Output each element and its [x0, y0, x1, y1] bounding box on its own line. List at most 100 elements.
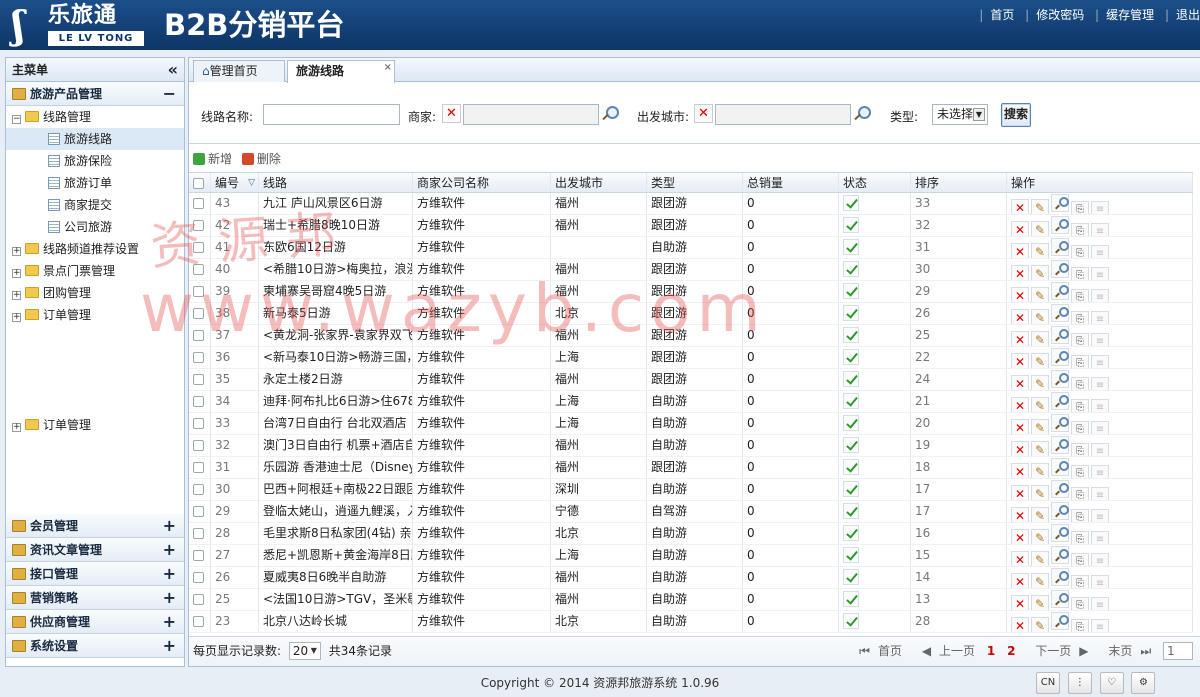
export-icon[interactable]: ⎘	[1071, 267, 1089, 280]
row-checkbox[interactable]	[189, 369, 211, 390]
check-icon[interactable]	[843, 261, 859, 277]
row-checkbox[interactable]	[189, 215, 211, 236]
col-merchant[interactable]: 商家公司名称	[413, 173, 551, 192]
view-icon[interactable]	[1051, 502, 1069, 520]
page-1-link[interactable]: 1	[987, 644, 995, 658]
prev-page-button[interactable]: ◀ 上一页	[914, 644, 975, 658]
search-merchant-icon[interactable]	[601, 106, 617, 122]
accordion-toggle[interactable]: +	[163, 514, 176, 538]
edit-icon[interactable]: ✎	[1031, 617, 1049, 632]
table-row[interactable]: 40<希腊10日游>梅޿奥拉，浪漫方维软件福州跟团游030✕✎⎘≡	[189, 259, 1193, 281]
table-row[interactable]: 39 柬埔寨吴哥窟4晚5日游 方维软件 福州 跟团游 0 29 ✕ ✎ ⎘ ≡	[189, 281, 1193, 303]
detail-icon[interactable]: ≡	[1091, 575, 1109, 588]
accordion-toggle[interactable]: −	[163, 82, 176, 106]
detail-icon[interactable]: ≡	[1091, 267, 1109, 280]
merchant-input[interactable]	[463, 104, 599, 125]
accordion-toggle[interactable]: +	[163, 562, 176, 586]
search-city-icon[interactable]	[853, 106, 869, 122]
accordion-toggle[interactable]: +	[163, 610, 176, 634]
tree-expand-icon[interactable]: +	[12, 423, 21, 432]
export-icon[interactable]: ⎘	[1071, 531, 1089, 544]
cell-status[interactable]	[839, 413, 911, 434]
table-row[interactable]: 30巴西+阿根廷+南极22日跟团游(方维软件深圳自助游017✕✎⎘≡	[189, 479, 1193, 501]
edit-icon[interactable]: ✎	[1031, 265, 1049, 280]
edit-icon[interactable]: ✎	[1031, 375, 1049, 390]
check-icon[interactable]	[843, 503, 859, 519]
export-icon[interactable]: ⎘	[1071, 597, 1089, 610]
edit-icon[interactable]: ✎	[1031, 573, 1049, 588]
accordion-marketing[interactable]: 营销策略 +	[6, 586, 184, 610]
clear-merchant-icon[interactable]: ✕	[442, 104, 461, 123]
close-tab-icon[interactable]: ×	[384, 58, 392, 78]
cache-manage-link[interactable]: 缓存管理	[1106, 8, 1154, 22]
table-row[interactable]: 32 澳门3日自由行 机票+酒店自助 方维软件 福州 自助游 0 19 ✕ ✎ ⎘ ≡	[189, 435, 1193, 457]
tree-expand-icon[interactable]: +	[12, 291, 21, 300]
edit-icon[interactable]: ✎	[1031, 551, 1049, 566]
cell-status[interactable]	[839, 215, 911, 236]
cell-status[interactable]	[839, 457, 911, 478]
delete-row-icon[interactable]: ✕	[1011, 287, 1029, 302]
table-row[interactable]: 38 新马泰5日游 方维软件 北京 跟团游 0 26 ✕ ✎ ⎘ ≡	[189, 303, 1193, 325]
route-name-input[interactable]	[263, 104, 400, 125]
cell-status[interactable]	[839, 523, 911, 544]
col-status[interactable]: 状态	[839, 173, 911, 192]
tree-node-merchant-submit[interactable]: 商家提交	[6, 194, 184, 216]
edit-icon[interactable]: ✎	[1031, 243, 1049, 258]
export-icon[interactable]: ⎘	[1071, 355, 1089, 368]
tree-node-route-manage[interactable]: − 线路管理	[6, 106, 184, 128]
detail-icon[interactable]: ≡	[1091, 399, 1109, 412]
view-icon[interactable]	[1051, 480, 1069, 498]
page-2-link[interactable]: 2	[1007, 644, 1015, 658]
view-icon[interactable]	[1051, 216, 1069, 234]
cell-status[interactable]	[839, 281, 911, 302]
departure-city-input[interactable]	[715, 104, 851, 125]
cell-status[interactable]	[839, 611, 911, 632]
export-icon[interactable]: ⎘	[1071, 333, 1089, 346]
view-icon[interactable]	[1051, 348, 1069, 366]
detail-icon[interactable]: ≡	[1091, 421, 1109, 434]
delete-row-icon[interactable]: ✕	[1011, 397, 1029, 412]
row-checkbox[interactable]	[189, 281, 211, 302]
check-icon[interactable]	[843, 547, 859, 563]
export-icon[interactable]: ⎘	[1071, 223, 1089, 236]
table-row[interactable]: 25<法国10日游>TGV，圣米歇尔山方维软件福州自助游0 13 ✕✎ ⎘≡	[189, 589, 1193, 611]
col-type[interactable]: 类型	[647, 173, 743, 192]
detail-icon[interactable]: ≡	[1091, 201, 1109, 214]
delete-row-icon[interactable]: ✕	[1011, 441, 1029, 456]
row-checkbox[interactable]	[189, 413, 211, 434]
cell-status[interactable]	[839, 501, 911, 522]
cell-status[interactable]	[839, 391, 911, 412]
row-checkbox[interactable]	[189, 303, 211, 324]
accordion-suppliers[interactable]: 供应商管理 +	[6, 610, 184, 634]
col-city[interactable]: 出发城市	[551, 173, 647, 192]
cell-status[interactable]	[839, 303, 911, 324]
delete-button[interactable]: 删除	[242, 148, 281, 170]
view-icon[interactable]	[1051, 194, 1069, 212]
row-checkbox[interactable]	[189, 589, 211, 610]
detail-icon[interactable]: ≡	[1091, 465, 1109, 478]
view-icon[interactable]	[1051, 436, 1069, 454]
delete-row-icon[interactable]: ✕	[1011, 573, 1029, 588]
delete-row-icon[interactable]: ✕	[1011, 243, 1029, 258]
tree-expand-icon[interactable]: +	[12, 269, 21, 278]
next-page-button[interactable]: 下一页 ▶	[1027, 644, 1088, 658]
cell-status[interactable]	[839, 325, 911, 346]
view-icon[interactable]	[1051, 238, 1069, 256]
tree-expand-icon[interactable]: +	[12, 313, 21, 322]
export-icon[interactable]: ⎘	[1071, 553, 1089, 566]
check-icon[interactable]	[843, 239, 859, 255]
table-row[interactable]: 43 九江 庐山风景区6日游 方维软件 福州 跟团游 0 33 ✕ ✎ ⎘ ≡	[189, 193, 1193, 215]
accordion-toggle[interactable]: +	[163, 586, 176, 610]
last-page-button[interactable]: 末页 ⏭	[1100, 644, 1151, 658]
cell-status[interactable]	[839, 259, 911, 280]
tree-node-travel-insurance[interactable]: 旅游保险	[6, 150, 184, 172]
table-row[interactable]: 23 北京八达岭长城 方维软件 北京 自助游 0 28 ✕ ✎ ⎘ ≡	[189, 611, 1193, 633]
page-number-input[interactable]: 1	[1163, 642, 1193, 660]
check-icon[interactable]	[843, 283, 859, 299]
row-checkbox[interactable]	[189, 325, 211, 346]
check-icon[interactable]	[843, 217, 859, 233]
cell-status[interactable]	[839, 435, 911, 456]
row-checkbox[interactable]	[189, 193, 211, 214]
table-row[interactable]: 28毛里求斯8日私家团(4钻) 亲子游方维软件北京自助游0 16 ✕✎ ⎘≡	[189, 523, 1193, 545]
edit-icon[interactable]: ✎	[1031, 199, 1049, 214]
